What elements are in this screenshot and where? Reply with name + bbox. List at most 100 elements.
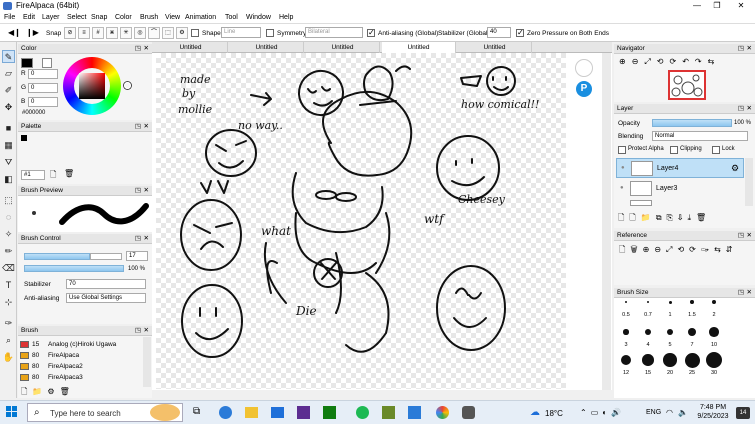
brush-size-dot[interactable] — [624, 300, 628, 304]
operation-tool-icon[interactable]: ⊹ — [2, 296, 15, 309]
navigator-toolbar[interactable]: ⊕⊖⤢⟲⟳↶↷⇆ — [619, 57, 720, 67]
task-view-icon[interactable]: ⧉ — [193, 406, 200, 417]
weather-temp[interactable]: 18°C — [545, 409, 563, 418]
lock-checkbox[interactable] — [712, 146, 720, 154]
g-field[interactable]: 0 — [28, 83, 58, 93]
brush-size-dot[interactable] — [646, 300, 650, 304]
brush-size-bar-track[interactable] — [90, 253, 122, 260]
snap-cross-icon[interactable]: # — [92, 27, 104, 39]
brush-size-dot[interactable] — [688, 328, 696, 336]
zoom-tool-icon[interactable]: ⌕ — [2, 334, 15, 347]
symmetry-checkbox[interactable] — [266, 29, 274, 37]
pin-icon[interactable]: ◳ — [135, 122, 141, 132]
menu-file[interactable]: File — [4, 14, 15, 21]
brush-list-scrollbar[interactable] — [143, 337, 151, 387]
edge-browser-icon[interactable] — [219, 406, 232, 419]
navigator-thumbnail[interactable] — [668, 70, 706, 100]
avatar-icon[interactable] — [575, 59, 593, 77]
menu-help[interactable]: Help — [279, 14, 293, 21]
b-field[interactable]: 0 — [28, 97, 58, 107]
palette-index-select[interactable]: #1 — [21, 170, 45, 180]
reference-toolbar[interactable]: 🗋🗑⊕⊖⤢⟲⟳✑⇆⇵ — [619, 244, 737, 258]
brush-size-dot[interactable] — [706, 352, 722, 368]
brush-stabilizer-select[interactable]: 70 — [66, 279, 146, 289]
brush-size-dot[interactable] — [690, 300, 694, 304]
move-tool-icon[interactable]: ✥ — [2, 101, 15, 114]
eraser-tool-icon[interactable]: ▱ — [2, 67, 15, 80]
bucket-tool-icon[interactable]: ⛛ — [2, 156, 15, 169]
menu-color[interactable]: Color — [115, 14, 132, 21]
pin-icon[interactable]: ◳ — [738, 104, 744, 114]
snap-off-icon[interactable]: ⊘ — [64, 27, 76, 39]
language-indicator[interactable]: ENG — [646, 409, 661, 416]
close-icon[interactable]: ✕ — [144, 186, 149, 196]
app-icon-green[interactable] — [323, 406, 336, 419]
spotify-icon[interactable] — [356, 406, 369, 419]
pin-icon[interactable]: ◳ — [738, 288, 744, 298]
primary-color-swatch[interactable] — [21, 58, 33, 68]
close-icon[interactable]: ✕ — [747, 104, 752, 114]
hand-tool-icon[interactable]: ✋ — [2, 351, 15, 364]
brush-size-dot[interactable] — [620, 354, 632, 366]
tab-untitled[interactable]: Untitled — [306, 42, 380, 53]
brush-list-item[interactable]: 80 FireAlpaca — [20, 351, 140, 360]
brush-size-bar[interactable] — [24, 253, 90, 260]
dot-tool-icon[interactable]: ✐ — [2, 84, 15, 97]
pin-icon[interactable]: ◳ — [135, 44, 141, 54]
eyedropper-tool-icon[interactable]: ✑ — [2, 317, 15, 330]
brush-list-item[interactable]: 80 FireAlpaca3 — [20, 373, 140, 382]
close-icon[interactable]: ✕ — [144, 122, 149, 132]
brush-list-item[interactable]: 80 FireAlpaca2 — [20, 362, 140, 371]
layer-settings-gear-icon[interactable]: ⚙ — [731, 163, 739, 174]
tab-untitled-active[interactable]: Untitled — [382, 42, 456, 53]
volume-icon[interactable]: 🔈 — [678, 408, 688, 417]
close-icon[interactable]: ✕ — [144, 234, 149, 244]
gradient-tool-icon[interactable]: ▦ — [2, 139, 15, 152]
r-field[interactable]: 0 — [28, 69, 58, 79]
tray-icons[interactable]: ⌃▭◐🔊 — [580, 408, 625, 417]
close-icon[interactable]: ✕ — [747, 44, 752, 54]
close-icon[interactable]: ✕ — [747, 288, 752, 298]
symmetry-select[interactable]: Bilateral — [305, 27, 363, 38]
secondary-color-swatch[interactable] — [42, 58, 52, 68]
menu-window[interactable]: Window — [246, 14, 271, 21]
magic-wand-icon[interactable]: ✧ — [2, 228, 15, 241]
firealpaca-taskbar-icon[interactable] — [462, 406, 475, 419]
weather-icon[interactable]: ☁ — [530, 407, 540, 418]
windows-start-icon[interactable] — [6, 406, 18, 418]
brush-panel-actions[interactable]: 🗋📁⚙🗑 — [21, 386, 75, 400]
clock-time[interactable]: 7:48 PM — [694, 404, 732, 411]
blending-select[interactable]: Normal — [652, 131, 748, 141]
brush-size-dot[interactable] — [645, 329, 651, 335]
antialiasing-select[interactable]: Use Global Settings — [66, 293, 146, 303]
menu-tool[interactable]: Tool — [225, 14, 238, 21]
minecraft-icon[interactable] — [382, 406, 395, 419]
tab-untitled[interactable]: Untitled — [458, 42, 532, 53]
brush-list-item[interactable]: 15 Analog (c)Hiroki Ugawa — [20, 340, 140, 349]
snap-radial-icon[interactable]: ✳ — [120, 27, 132, 39]
snap-curve-icon[interactable]: ⌒ — [148, 27, 160, 39]
mail-icon[interactable] — [271, 407, 284, 418]
palette-swatch[interactable] — [21, 135, 27, 141]
text-tool-icon[interactable]: T — [2, 279, 15, 292]
menu-select[interactable]: Select — [67, 14, 86, 21]
snap-vanish-icon[interactable]: ⋇ — [106, 27, 118, 39]
layer-row-partial[interactable] — [616, 200, 744, 206]
new-palette-icon[interactable]: 🗋 — [50, 169, 56, 183]
p-app-icon[interactable]: P — [576, 81, 592, 97]
layer-row-selected[interactable]: ● Layer4 ⚙ — [616, 158, 744, 178]
app-icon-blue[interactable] — [408, 406, 421, 419]
vertical-scrollbar[interactable] — [602, 53, 611, 390]
antialias-checkbox[interactable] — [367, 28, 375, 37]
pin-icon[interactable]: ◳ — [135, 326, 141, 336]
store-icon[interactable] — [297, 406, 310, 419]
brush-size-dot[interactable] — [684, 352, 700, 368]
maximize-button[interactable]: ❐ — [705, 0, 729, 11]
select-pen-icon[interactable]: ✏ — [2, 245, 15, 258]
pin-icon[interactable]: ◳ — [738, 44, 744, 54]
layer-actions-toolbar[interactable]: 🗋🗋📁⧉⎘⇩⤓🗑 — [618, 212, 711, 226]
prev-frame-icon[interactable]: ◀❙ — [8, 28, 21, 37]
brush-size-dot[interactable] — [709, 327, 719, 337]
zero-pressure-checkbox[interactable] — [516, 28, 524, 37]
clipping-checkbox[interactable] — [670, 146, 678, 154]
